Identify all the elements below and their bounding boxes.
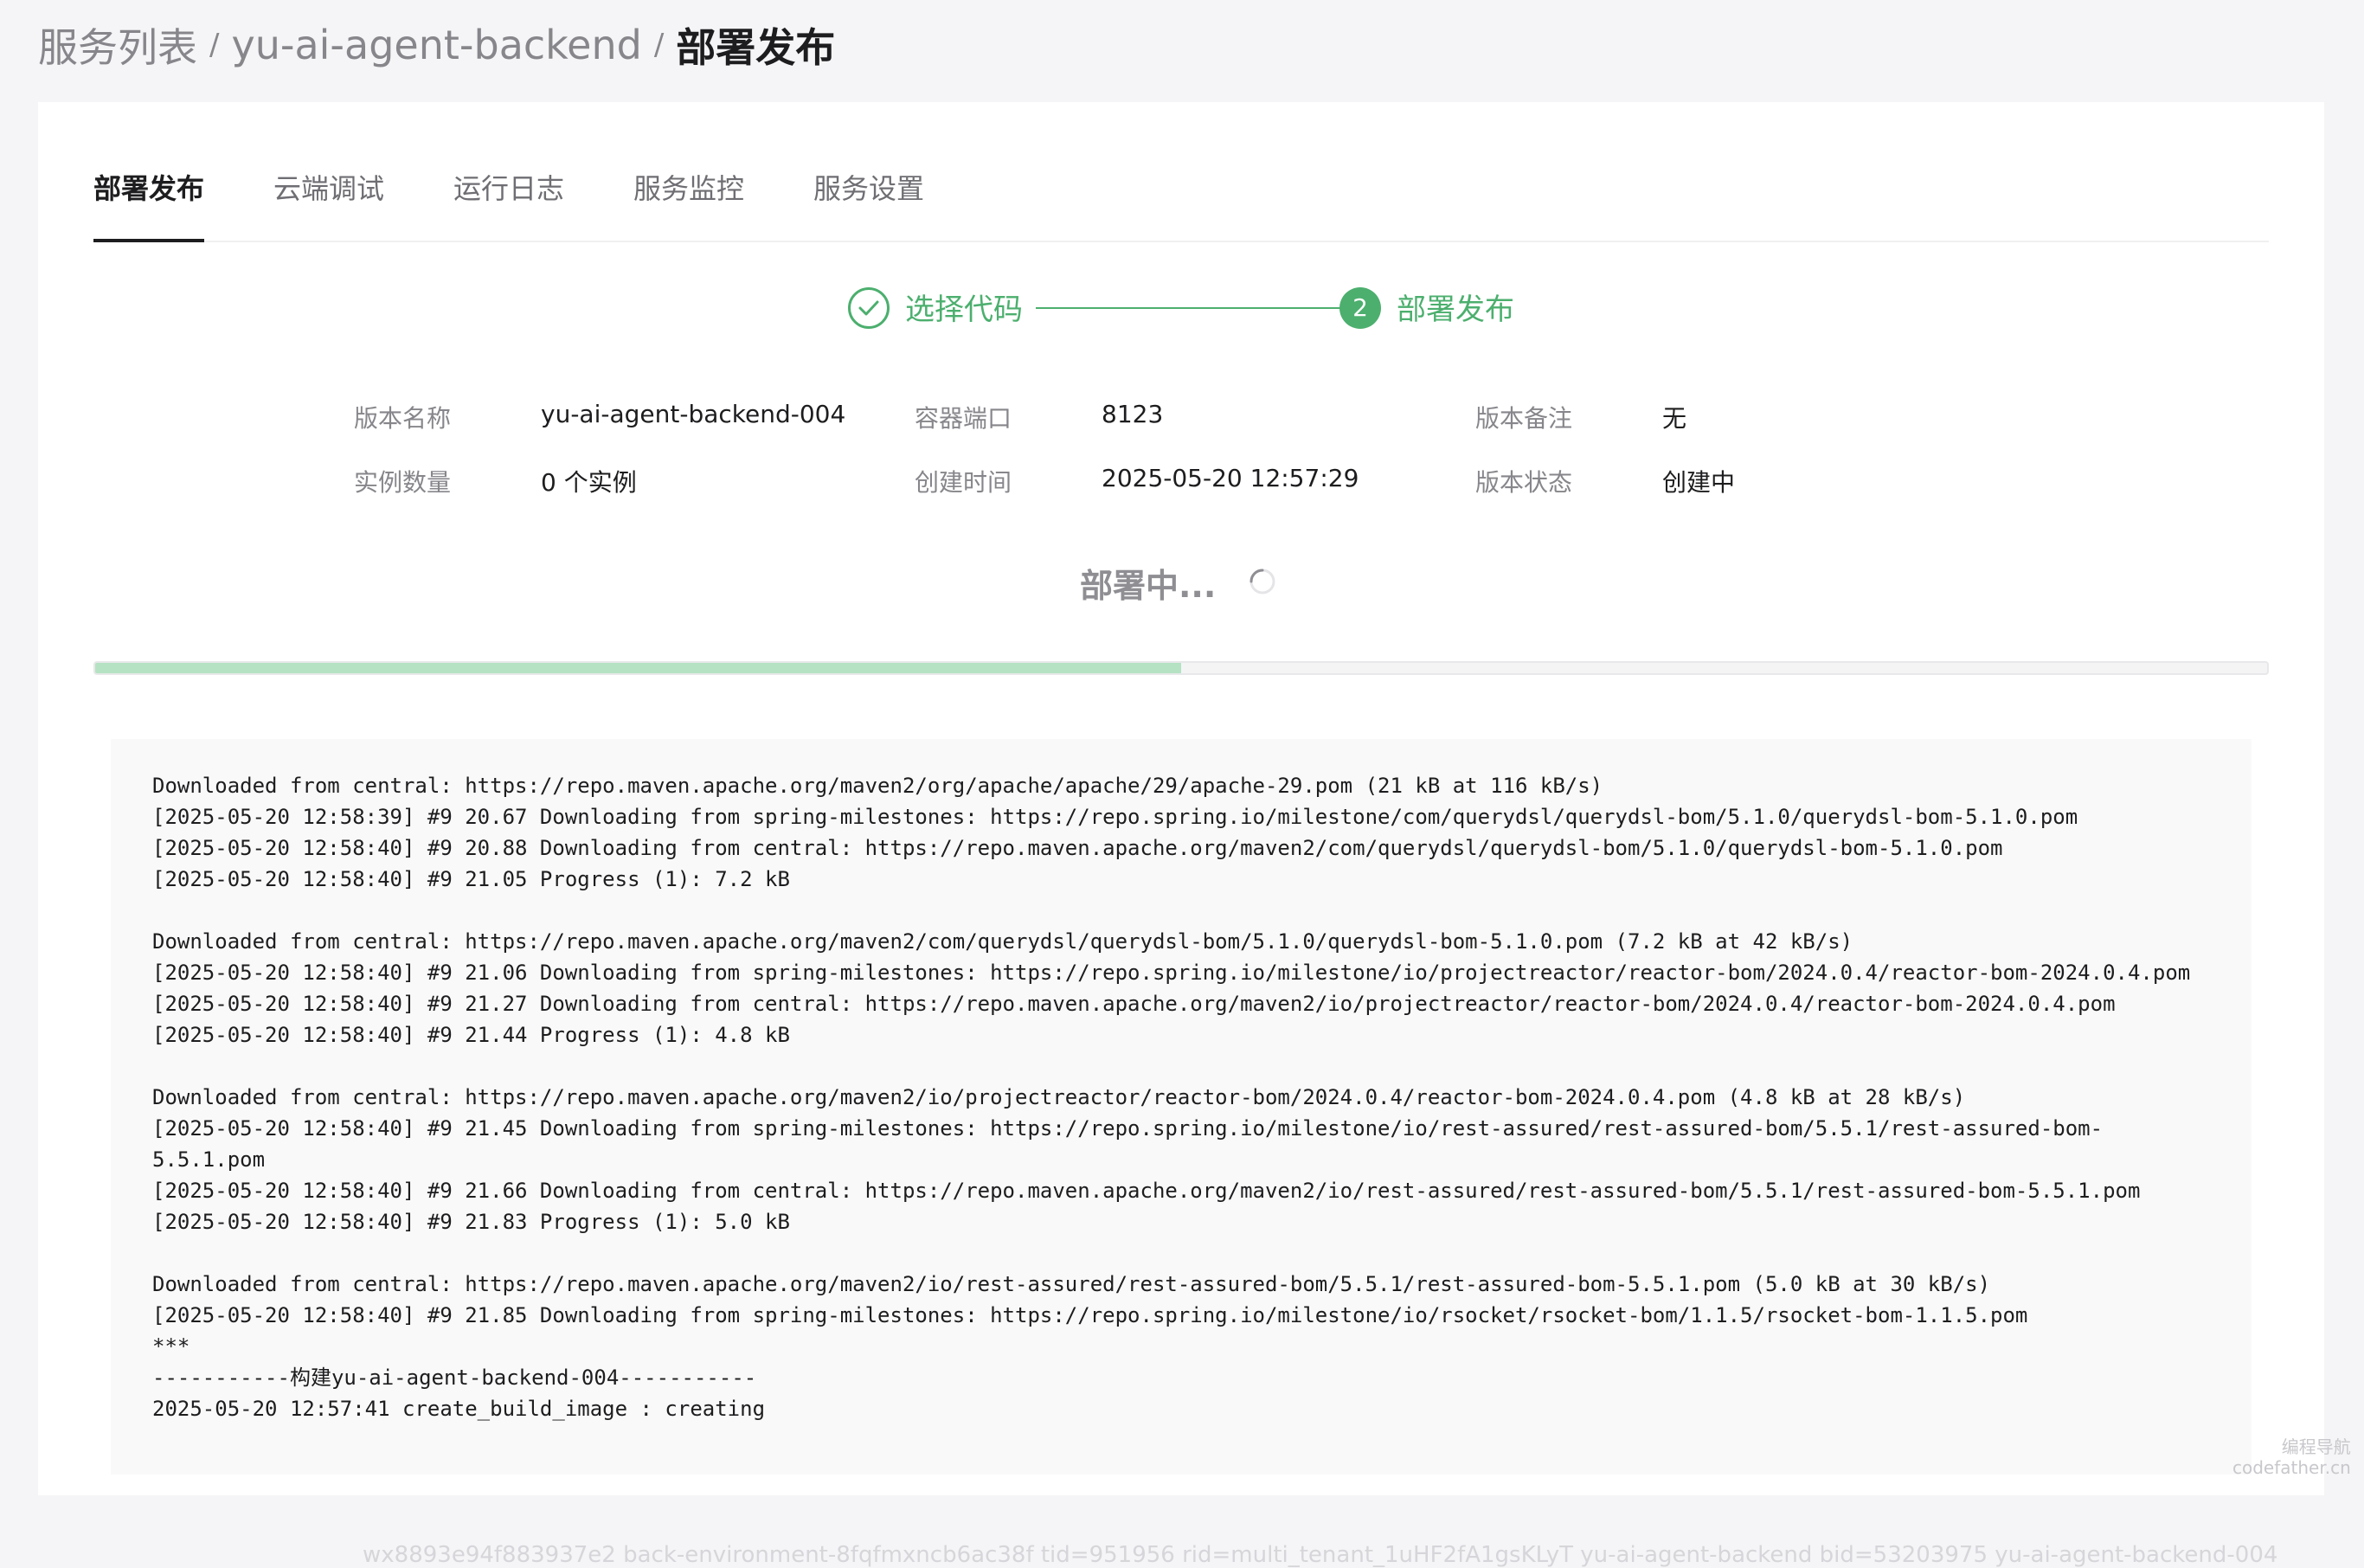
build-log-lines: Downloaded from central: https://repo.ma… [152, 770, 2217, 1424]
deploy-meta-footer: wx8893e94f883937e2 back-environment-8fqf… [363, 1542, 2278, 1568]
log-line: [2025-05-20 12:58:39] #9 20.67 Downloadi… [152, 805, 2078, 829]
log-line: [2025-05-20 12:58:40] #9 21.45 Downloadi… [152, 1116, 2104, 1141]
version-note-label: 版本备注 [1475, 404, 1573, 433]
step-label-select-code: 选择代码 [905, 292, 1023, 327]
version-note-value: 无 [1662, 404, 1687, 433]
log-line: [2025-05-20 12:58:40] #9 21.83 Progress … [152, 1210, 790, 1234]
build-log-panel[interactable]: Downloaded from central: https://repo.ma… [111, 739, 2252, 1475]
tab-deploy[interactable]: 部署发布 [93, 151, 205, 242]
created-time-label: 创建时间 [915, 468, 1012, 497]
log-line: [2025-05-20 12:58:40] #9 21.27 Downloadi… [152, 992, 2116, 1016]
log-line: Downloaded from central: https://repo.ma… [152, 929, 1853, 954]
tab-service-settings[interactable]: 服务设置 [813, 151, 924, 242]
step-label-deploy: 部署发布 [1397, 292, 1514, 327]
log-line: [2025-05-20 12:58:40] #9 21.06 Downloadi… [152, 961, 2191, 985]
version-name-label: 版本名称 [354, 404, 452, 433]
watermark-line-1: 编程导航 [2281, 1436, 2351, 1457]
log-line: Downloaded from central: https://repo.ma… [152, 1272, 1991, 1296]
container-port-value: 8123 [1102, 400, 1164, 428]
log-line: 5.5.1.pom [152, 1147, 266, 1172]
log-line: [2025-05-20 12:58:40] #9 21.85 Downloadi… [152, 1303, 2028, 1327]
log-line: [2025-05-20 12:58:40] #9 21.05 Progress … [152, 867, 790, 891]
deploy-steps: 选择代码 2 部署发布 [38, 280, 2324, 332]
breadcrumb: 服务列表 / yu-ai-agent-backend / 部署发布 [38, 10, 835, 80]
breadcrumb-separator: / [653, 28, 665, 62]
deploy-progress-fill [95, 663, 1181, 673]
log-line: -----------构建yu-ai-agent-backend-004----… [152, 1366, 757, 1390]
tab-service-monitor[interactable]: 服务监控 [633, 151, 744, 242]
log-line: [2025-05-20 12:58:40] #9 20.88 Downloadi… [152, 836, 2003, 860]
version-name-value: yu-ai-agent-backend-004 [541, 400, 846, 428]
version-status-value: 创建中 [1662, 468, 1736, 497]
breadcrumb-service-list[interactable]: 服务列表 [38, 16, 197, 74]
breadcrumb-service-name[interactable]: yu-ai-agent-backend [231, 22, 641, 68]
watermark-line-2: codefather.cn [2232, 1457, 2351, 1478]
deploy-progress-bar [93, 661, 2269, 675]
tab-cloud-debug[interactable]: 云端调试 [273, 151, 384, 242]
log-line: [2025-05-20 12:58:40] #9 21.66 Downloadi… [152, 1179, 2141, 1203]
created-time-value: 2025-05-20 12:57:29 [1102, 464, 1359, 492]
log-line: *** [152, 1334, 190, 1359]
check-icon [848, 287, 890, 329]
step-number: 2 [1339, 287, 1381, 329]
version-status-label: 版本状态 [1475, 468, 1573, 497]
loading-spinner-icon [1248, 567, 1277, 596]
log-line: Downloaded from central: https://repo.ma… [152, 774, 1603, 798]
breadcrumb-separator: / [209, 28, 220, 62]
instance-count-value: 0 个实例 [541, 468, 637, 497]
deploy-card: 部署发布 云端调试 运行日志 服务监控 服务设置 选择代码 2 部署发布 版本名… [38, 102, 2324, 1568]
page-title: 部署发布 [676, 24, 836, 71]
log-line: [2025-05-20 12:58:40] #9 21.44 Progress … [152, 1023, 790, 1047]
deploy-status-text: 部署中... [1080, 567, 1217, 605]
tab-bar: 部署发布 云端调试 运行日志 服务监控 服务设置 [93, 151, 2269, 242]
instance-count-label: 实例数量 [354, 468, 452, 497]
log-line: Downloaded from central: https://repo.ma… [152, 1085, 1966, 1109]
log-line: 2025-05-20 12:57:41 create_build_image :… [152, 1397, 766, 1421]
site-watermark: 编程导航 codefather.cn [2232, 1436, 2351, 1478]
step-connector [1036, 307, 1349, 309]
container-port-label: 容器端口 [915, 404, 1012, 433]
tab-run-logs[interactable]: 运行日志 [453, 151, 564, 242]
